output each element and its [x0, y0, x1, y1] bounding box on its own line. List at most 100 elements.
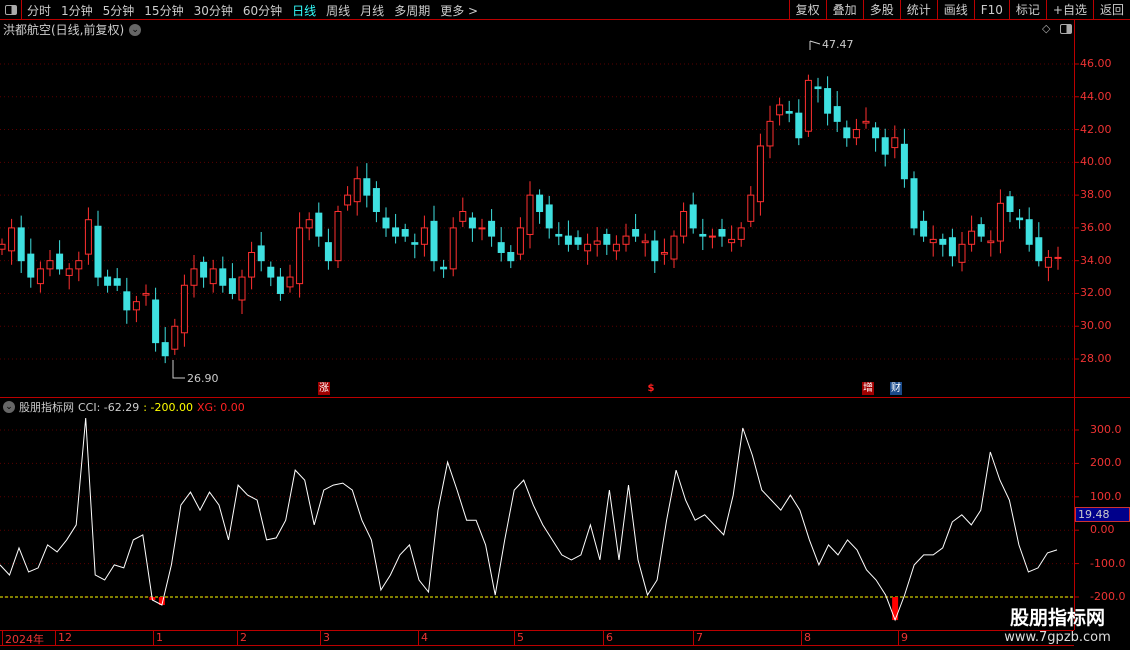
candle-body	[411, 242, 419, 245]
candle-body	[1025, 219, 1033, 245]
candle-body	[948, 237, 956, 257]
candle-body	[891, 137, 899, 149]
candle-body	[209, 268, 217, 285]
candle-body	[440, 266, 448, 270]
date-label: 4	[418, 631, 428, 645]
candle-body	[756, 145, 764, 203]
cci-tick-label: -200.0	[1090, 590, 1126, 603]
chevron-down-icon[interactable]: ⌄	[3, 401, 15, 413]
date-label: 2	[237, 631, 247, 645]
candle-body	[833, 106, 841, 122]
candle-body	[900, 143, 908, 180]
candle-body	[84, 219, 92, 255]
candle-body	[459, 211, 467, 222]
candle-body	[497, 242, 505, 253]
candle-body	[516, 227, 524, 255]
candle-body	[612, 243, 620, 252]
candle-body	[267, 266, 275, 278]
date-label: 1	[153, 631, 163, 645]
marker-dollar[interactable]: $	[645, 382, 657, 395]
marker-zhang[interactable]: 涨	[318, 382, 330, 395]
cci-tick-label: 100.0	[1090, 489, 1122, 503]
candle-body	[670, 235, 678, 260]
candle-body	[718, 229, 726, 237]
candle-body	[526, 194, 534, 235]
candle-body	[94, 225, 102, 278]
xg-value: XG: 0.00	[196, 400, 245, 414]
cci-current-tag: 19.48	[1075, 507, 1130, 522]
candle-body	[660, 251, 668, 255]
candle-body	[507, 251, 515, 262]
candle-body	[977, 224, 985, 237]
candle-body	[46, 260, 54, 270]
candle-body	[728, 238, 736, 244]
candle-body	[123, 291, 131, 311]
candle-body	[795, 112, 803, 139]
candle-body	[161, 342, 169, 357]
candle-body	[478, 227, 486, 230]
kline-chart[interactable]	[0, 0, 1130, 650]
candle-body	[200, 261, 208, 278]
date-label: 12	[55, 631, 72, 645]
candle-body	[996, 202, 1004, 242]
candle-body	[0, 243, 6, 250]
candle-body	[372, 188, 380, 213]
candle-body	[881, 137, 889, 155]
candle-body	[584, 243, 592, 252]
candle-body	[104, 276, 112, 286]
candle-body	[843, 127, 851, 139]
candle-body	[430, 220, 438, 262]
candle-body	[75, 260, 83, 270]
candle-body	[113, 278, 121, 286]
candle-body	[65, 268, 73, 276]
candle-body	[334, 211, 342, 262]
candle-body	[564, 235, 572, 245]
price-tick-label: 44.00	[1080, 89, 1112, 103]
candle-body	[276, 276, 284, 294]
cci-tick-label: 300.0	[1090, 423, 1122, 436]
candle-body	[286, 276, 294, 288]
candle-body	[1035, 237, 1043, 262]
candle-body	[17, 227, 25, 262]
candle-body	[382, 217, 390, 229]
low-marker-line	[172, 360, 185, 379]
candle-body	[305, 219, 313, 229]
low-price-label: 26.90	[187, 372, 219, 385]
candle-body	[468, 217, 476, 229]
candle-body	[824, 88, 832, 114]
candle-body	[238, 276, 246, 301]
candle-body	[862, 120, 870, 124]
candle-body	[363, 178, 371, 196]
candle-body	[958, 243, 966, 263]
candle-body	[968, 230, 976, 245]
indicator-title: ⌄ 股朋指标网 CCI: -62.29 : -200.00 XG: 0.00	[3, 399, 245, 415]
candle-body	[603, 233, 611, 245]
candle-body	[555, 233, 563, 237]
date-label: 8	[801, 631, 811, 645]
candle-body	[747, 194, 755, 222]
cci-tick-label: -100.0	[1090, 556, 1126, 570]
candle-body	[257, 245, 265, 262]
date-label: 9	[898, 631, 908, 645]
candle-body	[920, 220, 928, 237]
candle-body	[401, 229, 409, 237]
high-price-label: 47.47	[822, 38, 854, 51]
date-label: 6	[603, 631, 613, 645]
candle-body	[324, 242, 332, 262]
candle-body	[766, 120, 774, 147]
candle-body	[228, 278, 236, 294]
marker-zeng[interactable]: 增	[862, 382, 874, 395]
candle-body	[1016, 217, 1024, 221]
date-label: 5	[514, 631, 524, 645]
candle-body	[296, 227, 304, 285]
candle-body	[785, 111, 793, 114]
date-label: 2024年	[2, 631, 44, 646]
candle-body	[488, 220, 496, 237]
candle-body	[315, 212, 323, 237]
price-tick-label: 28.00	[1080, 352, 1112, 366]
watermark: 股朋指标网 www.7gpzb.com	[985, 603, 1130, 645]
marker-cai[interactable]: 财	[890, 382, 902, 395]
candle-body	[545, 204, 553, 229]
candle-body	[737, 227, 745, 240]
cci-tick-label: 0.00	[1090, 523, 1115, 537]
